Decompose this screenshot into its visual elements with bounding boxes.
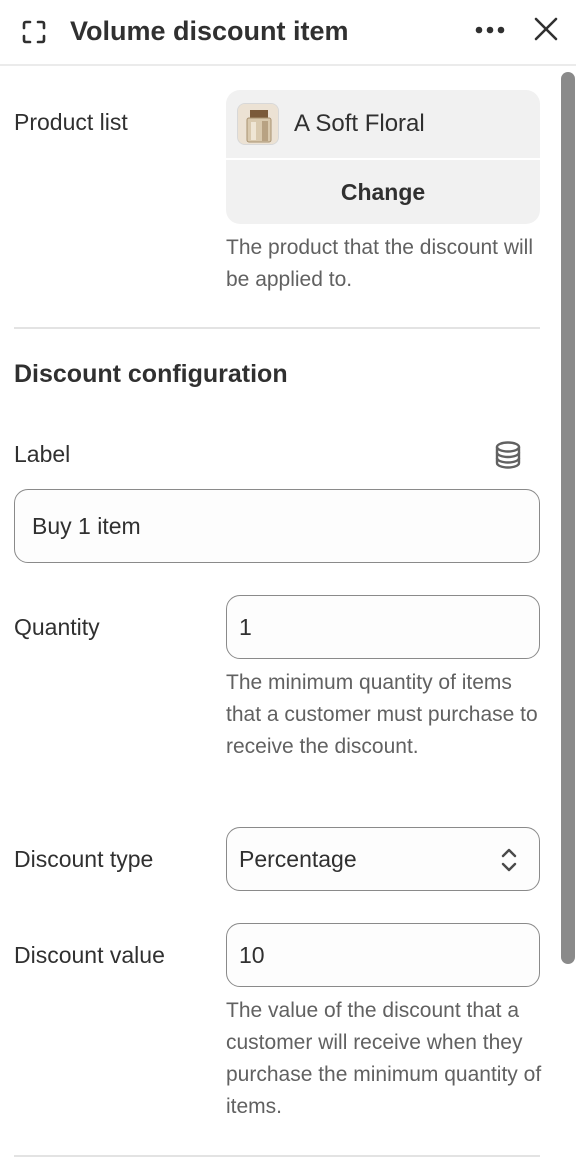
product-thumbnail [237, 103, 279, 145]
label-input-value: Buy 1 item [32, 512, 141, 539]
panel-title: Volume discount item [70, 16, 349, 46]
quantity-input-value: 1 [239, 613, 252, 640]
label-field-label: Label [14, 441, 71, 467]
discount-configuration-heading: Discount configuration [14, 360, 288, 388]
more-horizontal-icon[interactable] [472, 16, 508, 44]
volume-discount-item-panel: Volume discount item Product list A Soft… [0, 0, 576, 1174]
panel-header: Volume discount item [0, 0, 576, 66]
expand-icon[interactable] [20, 18, 48, 46]
section-divider-bottom [14, 1155, 540, 1157]
product-name: A Soft Floral [294, 110, 425, 137]
close-icon[interactable] [531, 14, 561, 44]
product-help-text: The product that the discount will be ap… [226, 236, 534, 291]
discount-type-label: Discount type [14, 846, 154, 872]
scrollbar[interactable] [560, 70, 576, 1174]
discount-type-value: Percentage [239, 845, 357, 872]
product-list-label: Product list [14, 109, 128, 135]
section-divider [14, 327, 540, 329]
discount-value-input[interactable]: 10 [226, 923, 540, 987]
change-product-button[interactable]: Change [226, 160, 540, 224]
select-chevrons-icon [501, 848, 517, 872]
discount-value-input-value: 10 [239, 941, 265, 968]
quantity-label: Quantity [14, 614, 100, 640]
quantity-input[interactable]: 1 [226, 595, 540, 659]
label-input[interactable]: Buy 1 item [14, 489, 540, 563]
scrollbar-thumb[interactable] [561, 72, 575, 964]
database-icon[interactable] [493, 440, 523, 470]
selected-product: A Soft Floral [226, 90, 540, 158]
quantity-help-text: The minimum quantity of items that a cus… [226, 671, 538, 758]
discount-value-help-text: The value of the discount that a custome… [226, 999, 542, 1118]
discount-type-select[interactable]: Percentage [226, 827, 540, 891]
discount-value-label: Discount value [14, 942, 165, 968]
product-card: A Soft Floral Change [226, 90, 540, 224]
